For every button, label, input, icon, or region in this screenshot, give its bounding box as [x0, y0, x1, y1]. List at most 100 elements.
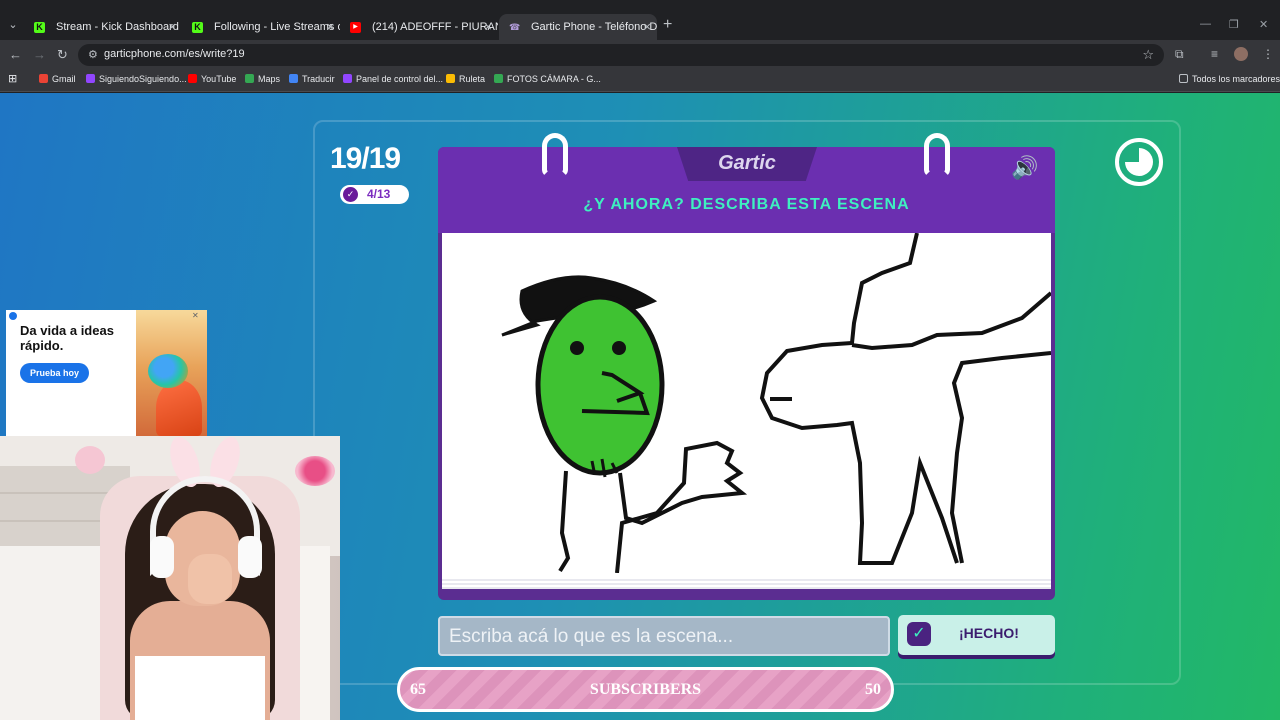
prompt-card: Gartic 🔊 ¿Y AHORA? DESCRIBA ESTA ESCENA [438, 133, 1055, 600]
bookmark-label: Todos los marcadores [1192, 74, 1280, 84]
address-bar-row: ← → ↻ ⚙ garticphone.com/es/write?19 ☆ ⧉ … [0, 40, 1280, 70]
bookmark-label: FOTOS CÁMARA - G... [507, 74, 601, 84]
bookmark-maps[interactable]: Maps [245, 74, 280, 84]
reload-icon[interactable]: ↻ [57, 47, 68, 63]
forward-icon[interactable]: → [33, 47, 46, 62]
gartic-logo: Gartic [718, 152, 776, 174]
bookmark-youtube[interactable]: YouTube [188, 74, 236, 84]
drawing-canvas [442, 233, 1051, 587]
url-text[interactable]: garticphone.com/es/write?19 [104, 48, 245, 60]
bookmark-translate[interactable]: Traducir [289, 74, 335, 84]
check-icon: ✓ [907, 622, 931, 646]
tab-search-icon[interactable]: ⌄ [4, 16, 22, 34]
profile-avatar[interactable] [1234, 47, 1248, 61]
bookmark-twitch-dashboard[interactable]: Panel de control del... [343, 74, 443, 84]
prompt-title: ¿Y AHORA? DESCRIBA ESTA ESCENA [583, 196, 910, 213]
card-pages [442, 579, 1051, 589]
bookmark-label: Traducir [302, 74, 335, 84]
translate-icon [289, 74, 298, 83]
url-bar[interactable]: ⚙ garticphone.com/es/write?19 ☆ [78, 44, 1164, 66]
youtube-icon: ▶ [350, 22, 361, 33]
youtube-icon [188, 74, 197, 83]
timer-icon [1115, 138, 1163, 186]
body-left [558, 470, 571, 573]
phone-icon: ☎ [509, 22, 521, 32]
kick-icon: K [192, 22, 203, 33]
folder-icon [1179, 74, 1188, 83]
subscribers-bar: SUBSCRIBERS 65 50 [397, 667, 894, 712]
bookmarks-bar: ⊞ Gmail SiguiendoSiguiendo... YouTube Ma… [0, 70, 1280, 92]
twitch-icon [86, 74, 95, 83]
ad-close-icon[interactable]: ✕ [192, 311, 199, 320]
bookmark-label: SiguiendoSiguiendo... [99, 74, 187, 84]
bookmark-label: Panel de control del... [356, 74, 444, 84]
binder-ring-left [542, 133, 568, 177]
answer-input[interactable]: Escriba acá lo que es la escena... [438, 616, 890, 656]
close-icon[interactable]: × [484, 14, 492, 40]
ad-info-icon[interactable] [9, 312, 17, 320]
done-button[interactable]: ✓ ¡HECHO! [898, 615, 1055, 655]
webcam-plush [75, 446, 105, 474]
timer-pie [1125, 148, 1153, 176]
green-head [535, 294, 665, 476]
ad-bird-image [136, 310, 207, 436]
maximize-icon[interactable]: ❐ [1229, 18, 1239, 31]
extensions-icon[interactable]: ⧉ [1175, 47, 1184, 62]
back-icon[interactable]: ← [9, 47, 22, 62]
progress-text: 4/13 [367, 187, 391, 201]
all-bookmarks[interactable]: Todos los marcadores [1179, 74, 1280, 84]
tab-kick-dashboard[interactable]: K Stream - Kick Dashboard × [24, 14, 182, 40]
wheel-icon [446, 74, 455, 83]
close-window-icon[interactable]: ✕ [1259, 18, 1268, 31]
bird-head [148, 354, 188, 388]
webcam-top [135, 656, 265, 720]
tab-label: (214) ADEOFFF - PIURANO 27 | [372, 21, 498, 33]
tab-gartic-phone[interactable]: ☎ Gartic Phone - Teléfono Descon × [499, 14, 657, 40]
twitch-icon [343, 74, 352, 83]
media-icon[interactable]: ≡ [1211, 47, 1218, 61]
tab-label: Following - Live Streams on Kick [214, 21, 340, 33]
tab-youtube[interactable]: ▶ (214) ADEOFFF - PIURANO 27 | × [340, 14, 498, 40]
bookmark-ruleta[interactable]: Ruleta [446, 74, 485, 84]
bookmark-label: Maps [258, 74, 281, 84]
gmail-icon [39, 74, 48, 83]
tab-label: Gartic Phone - Teléfono Descon [531, 21, 657, 33]
left-eye [570, 341, 584, 355]
maps-icon [245, 74, 254, 83]
webcam-flowers [295, 456, 335, 486]
bookmark-twitch-following[interactable]: SiguiendoSiguiendo... [86, 74, 187, 84]
done-label: ¡HECHO! [959, 625, 1019, 641]
progress-pill: ✓ 4/13 [340, 185, 409, 204]
apps-icon[interactable]: ⊞ [8, 72, 17, 85]
subscribers-right-value: 50 [865, 681, 881, 698]
new-tab-button[interactable]: + [663, 16, 672, 34]
menu-icon[interactable]: ⋮ [1262, 47, 1274, 61]
bookmark-gmail[interactable]: Gmail [39, 74, 76, 84]
close-icon[interactable]: × [643, 14, 651, 40]
binder-ring-right [924, 133, 950, 177]
sound-icon[interactable]: 🔊 [1011, 155, 1038, 181]
check-icon: ✓ [343, 187, 358, 202]
ad-banner[interactable]: Da vida a ideas rápido. Prueba hoy ✕ [6, 310, 207, 436]
round-counter: 19/19 [330, 142, 401, 175]
bookmark-label: Gmail [52, 74, 76, 84]
kick-icon: K [34, 22, 45, 33]
webcam-earcup-left [150, 536, 174, 578]
minimize-icon[interactable]: — [1200, 18, 1211, 30]
site-info-icon[interactable]: ⚙ [88, 48, 98, 61]
body-right [615, 440, 748, 573]
subscribers-label: SUBSCRIBERS [589, 681, 702, 698]
bookmark-fotos[interactable]: FOTOS CÁMARA - G... [494, 74, 601, 84]
close-icon[interactable]: × [168, 14, 176, 40]
bookmark-label: Ruleta [459, 74, 486, 84]
close-icon[interactable]: × [326, 14, 334, 40]
creature-outline [759, 233, 1051, 565]
right-eye [612, 341, 626, 355]
drive-icon [494, 74, 503, 83]
browser-tab-bar: ⌄ K Stream - Kick Dashboard × K Followin… [0, 0, 1280, 40]
subscribers-left-value: 65 [410, 681, 426, 698]
card-header: Gartic 🔊 ¿Y AHORA? DESCRIBA ESTA ESCENA [438, 147, 1055, 233]
ad-cta-button[interactable]: Prueba hoy [20, 363, 89, 383]
bookmark-star-icon[interactable]: ☆ [1142, 47, 1154, 63]
tab-kick-following[interactable]: K Following - Live Streams on Kick × [182, 14, 340, 40]
